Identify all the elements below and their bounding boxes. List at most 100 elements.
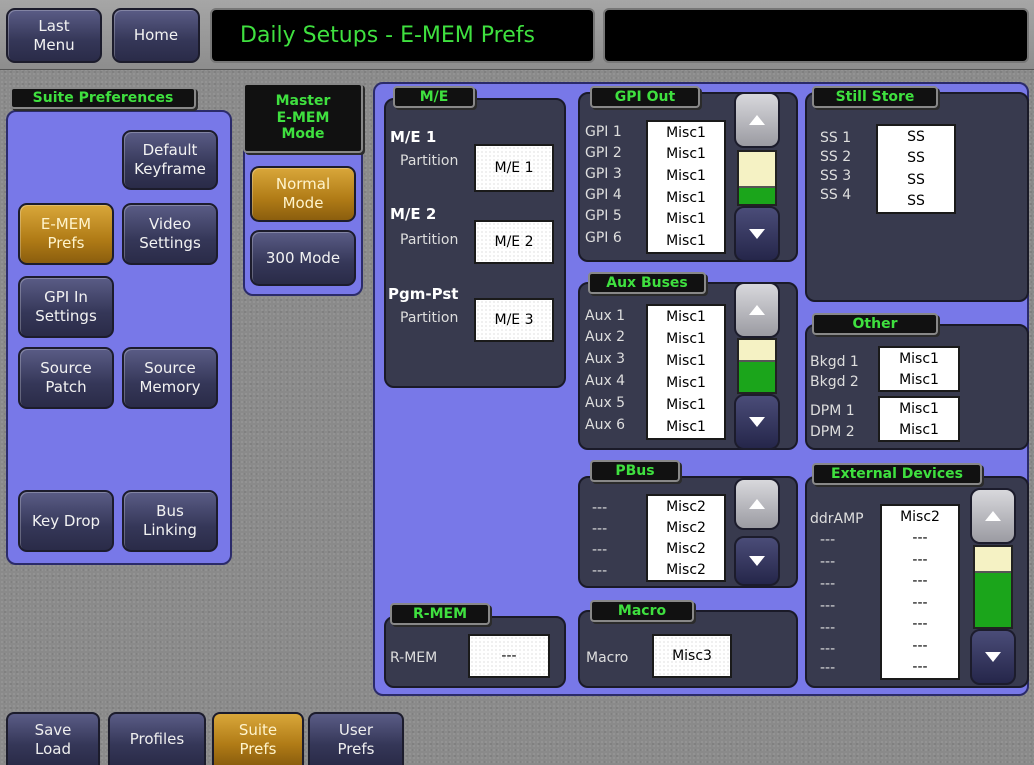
e-mem-prefs-button[interactable]: E-MEM Prefs	[18, 203, 114, 265]
bkgd-list[interactable]: Misc1 Misc1	[878, 346, 960, 392]
aux-scroll-down-button[interactable]	[734, 394, 780, 450]
list-item[interactable]: ---	[882, 616, 958, 632]
aux-buses-list[interactable]: Misc1 Misc1 Misc1 Misc1 Misc1 Misc1	[646, 304, 726, 440]
external-scroll-down-button[interactable]	[970, 629, 1016, 685]
aux-3-label: Aux 3	[585, 351, 626, 367]
list-item[interactable]: Misc2	[648, 562, 724, 578]
r-mem-field-label: R-MEM	[390, 650, 438, 666]
gpi-out-label: GPI Out	[590, 86, 700, 108]
gpi-out-scrollbar[interactable]	[737, 150, 777, 206]
pgm-pst-partition-field[interactable]: M/E 3	[474, 298, 554, 342]
other-label: Other	[812, 313, 938, 335]
normal-mode-button[interactable]: Normal Mode	[250, 166, 356, 222]
suite-preferences-label: Suite Preferences	[10, 87, 196, 109]
me2-partition-field[interactable]: M/E 2	[474, 220, 554, 264]
bus-linking-button[interactable]: Bus Linking	[122, 490, 218, 552]
me1-partition-field[interactable]: M/E 1	[474, 144, 554, 192]
gpi-out-scroll-down-button[interactable]	[734, 206, 780, 262]
external-row-6: ---	[820, 620, 836, 636]
list-item[interactable]: Misc1	[880, 372, 958, 388]
list-item[interactable]: Misc1	[880, 422, 958, 438]
list-item[interactable]: ---	[882, 595, 958, 611]
external-row-1: ddrAMP	[810, 511, 864, 527]
macro-label: Macro	[590, 600, 694, 622]
source-memory-button[interactable]: Source Memory	[122, 347, 218, 409]
list-item[interactable]: ---	[882, 573, 958, 589]
pbus-label: PBus	[590, 460, 680, 482]
pgm-pst-partition-label: Partition	[400, 310, 459, 326]
dpm-list[interactable]: Misc1 Misc1	[878, 396, 960, 442]
last-menu-button[interactable]: Last Menu	[6, 8, 102, 63]
arrow-down-icon	[749, 229, 765, 239]
list-item[interactable]: Misc2	[648, 520, 724, 536]
list-item[interactable]: ---	[882, 530, 958, 546]
list-item[interactable]: Misc1	[648, 375, 724, 391]
gpi-4-label: GPI 4	[585, 187, 622, 203]
list-item[interactable]: Misc1	[648, 353, 724, 369]
still-store-list[interactable]: SS SS SS SS	[876, 124, 956, 214]
scroll-thumb[interactable]	[739, 340, 775, 362]
scroll-thumb[interactable]	[739, 152, 775, 188]
list-item[interactable]: ---	[882, 552, 958, 568]
tab-profiles[interactable]: Profiles	[108, 712, 206, 765]
list-item[interactable]: Misc1	[648, 190, 724, 206]
list-item[interactable]: Misc2	[882, 509, 958, 525]
aux-6-label: Aux 6	[585, 417, 626, 433]
external-row-8: ---	[820, 660, 836, 676]
list-item[interactable]: ---	[882, 659, 958, 675]
pbus-row-2: ---	[592, 521, 608, 537]
list-item[interactable]: Misc1	[648, 419, 724, 435]
macro-field[interactable]: Misc3	[652, 634, 732, 678]
list-item[interactable]: SS	[878, 150, 954, 166]
tab-suite-prefs[interactable]: Suite Prefs	[212, 712, 304, 765]
list-item[interactable]: SS	[878, 172, 954, 188]
list-item[interactable]: Misc1	[880, 351, 958, 367]
list-item[interactable]: Misc1	[648, 168, 724, 184]
external-scroll-up-button[interactable]	[970, 488, 1016, 544]
pgm-pst-label: Pgm-Pst	[388, 285, 459, 303]
pbus-scroll-up-button[interactable]	[734, 478, 780, 530]
home-button[interactable]: Home	[112, 8, 200, 63]
r-mem-field[interactable]: ---	[468, 634, 550, 678]
list-item[interactable]: Misc1	[648, 146, 724, 162]
list-item[interactable]: Misc2	[648, 499, 724, 515]
arrow-down-icon	[749, 556, 765, 566]
default-keyframe-button[interactable]: Default Keyframe	[122, 130, 218, 190]
video-settings-button[interactable]: Video Settings	[122, 203, 218, 265]
bkgd-1-label: Bkgd 1	[810, 354, 859, 370]
list-item[interactable]: Misc1	[648, 211, 724, 227]
list-item[interactable]: Misc2	[648, 541, 724, 557]
gpi-out-list[interactable]: Misc1 Misc1 Misc1 Misc1 Misc1 Misc1	[646, 120, 726, 254]
list-item[interactable]: SS	[878, 193, 954, 209]
pbus-row-3: ---	[592, 542, 608, 558]
aux-scrollbar[interactable]	[737, 338, 777, 394]
aux-5-label: Aux 5	[585, 395, 626, 411]
list-item[interactable]: ---	[882, 638, 958, 654]
tab-user-prefs[interactable]: User Prefs	[308, 712, 404, 765]
source-patch-button[interactable]: Source Patch	[18, 347, 114, 409]
300-mode-button[interactable]: 300 Mode	[250, 230, 356, 286]
list-item[interactable]: Misc1	[880, 401, 958, 417]
master-mode-label: Master E-MEM Mode	[243, 83, 363, 153]
gpi-in-settings-button[interactable]: GPI In Settings	[18, 276, 114, 338]
list-item[interactable]: Misc1	[648, 125, 724, 141]
pbus-scroll-down-button[interactable]	[734, 536, 780, 586]
list-item[interactable]: Misc1	[648, 397, 724, 413]
me2-label: M/E 2	[390, 205, 437, 223]
aux-scroll-up-button[interactable]	[734, 282, 780, 338]
pbus-list[interactable]: Misc2 Misc2 Misc2 Misc2	[646, 494, 726, 582]
gpi-6-label: GPI 6	[585, 230, 622, 246]
gpi-out-scroll-up-button[interactable]	[734, 92, 780, 148]
list-item[interactable]: Misc1	[648, 233, 724, 249]
list-item[interactable]: Misc1	[648, 331, 724, 347]
list-item[interactable]: SS	[878, 129, 954, 145]
list-item[interactable]: Misc1	[648, 309, 724, 325]
external-scrollbar[interactable]	[973, 545, 1013, 629]
scroll-thumb[interactable]	[975, 547, 1011, 573]
external-row-7: ---	[820, 641, 836, 657]
key-drop-button[interactable]: Key Drop	[18, 490, 114, 552]
tab-save-load[interactable]: Save Load	[6, 712, 100, 765]
arrow-down-icon	[985, 652, 1001, 662]
me2-partition-label: Partition	[400, 232, 459, 248]
external-devices-list[interactable]: Misc2 --- --- --- --- --- --- ---	[880, 504, 960, 680]
